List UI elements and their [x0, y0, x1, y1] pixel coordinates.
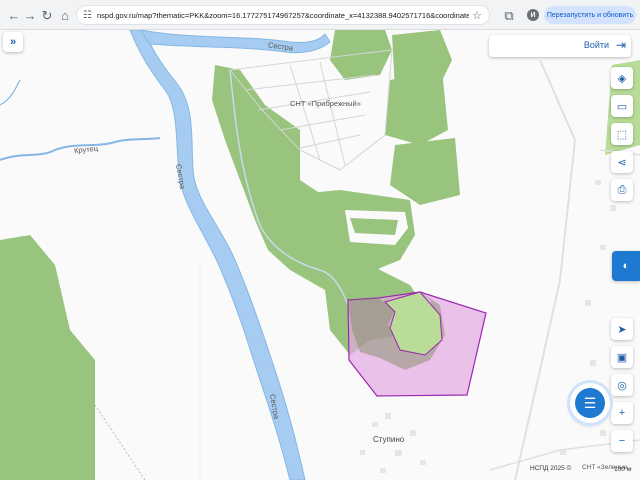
map-canvas[interactable]: СНТ «Прибрежный» Сестра Сестра Сестра Кр…: [0, 30, 640, 480]
label-village-stupino: Ступино: [373, 435, 405, 444]
avatar[interactable]: И: [527, 9, 539, 21]
forest-strip: [385, 70, 448, 145]
star-icon[interactable]: ☆: [472, 9, 482, 22]
ruler-icon[interactable]: ▭: [611, 95, 633, 117]
chat-button[interactable]: ☰: [570, 383, 610, 423]
forest-area-top: [330, 30, 392, 80]
map-type-icon[interactable]: ▣: [611, 346, 633, 368]
restart-update-button[interactable]: Перезапустить и обновить: [544, 6, 636, 24]
label-snt-priberezhny: СНТ «Прибрежный»: [290, 99, 361, 108]
zoom-out-icon[interactable]: −: [611, 430, 633, 452]
browser-toolbar: ← → ↻ ⌂ ☷ nspd.gov.ru/map?thematic=PKK&z…: [0, 0, 640, 30]
puzzle-icon[interactable]: ⧉: [500, 6, 518, 24]
reload-icon[interactable]: ↻: [38, 6, 56, 24]
location-pin-icon[interactable]: ◎: [611, 374, 633, 396]
url-text[interactable]: nspd.gov.ru/map?thematic=PKK&zoom=16.177…: [97, 11, 469, 20]
chat-icon: ☰: [575, 388, 605, 418]
geolocation-icon[interactable]: ➤: [611, 318, 633, 340]
print-icon[interactable]: ⎙: [611, 179, 633, 201]
pkk-logo-icon[interactable]: ◐: [612, 251, 640, 281]
chevrons-right-icon[interactable]: »: [3, 32, 23, 52]
login-bar[interactable]: Войти ⇥: [489, 35, 631, 57]
tune-icon[interactable]: ☷: [83, 10, 97, 21]
login-link[interactable]: Войти: [584, 40, 609, 50]
map-layer: [0, 30, 640, 480]
scale-label: 100 м: [614, 466, 632, 473]
map-attribution: НСПД 2025 ©: [530, 465, 572, 472]
login-arrow-icon[interactable]: ⇥: [616, 38, 626, 52]
zoom-in-icon[interactable]: +: [611, 402, 633, 424]
area-select-icon[interactable]: ⬚: [611, 123, 633, 145]
home-icon[interactable]: ⌂: [56, 6, 74, 24]
share-icon[interactable]: ⋖: [611, 151, 633, 173]
forward-icon[interactable]: →: [21, 6, 39, 24]
forest-area-left: [0, 235, 95, 480]
layers-icon[interactable]: ◈: [611, 67, 633, 89]
address-bar[interactable]: ☷ nspd.gov.ru/map?thematic=PKK&zoom=16.1…: [76, 5, 490, 25]
